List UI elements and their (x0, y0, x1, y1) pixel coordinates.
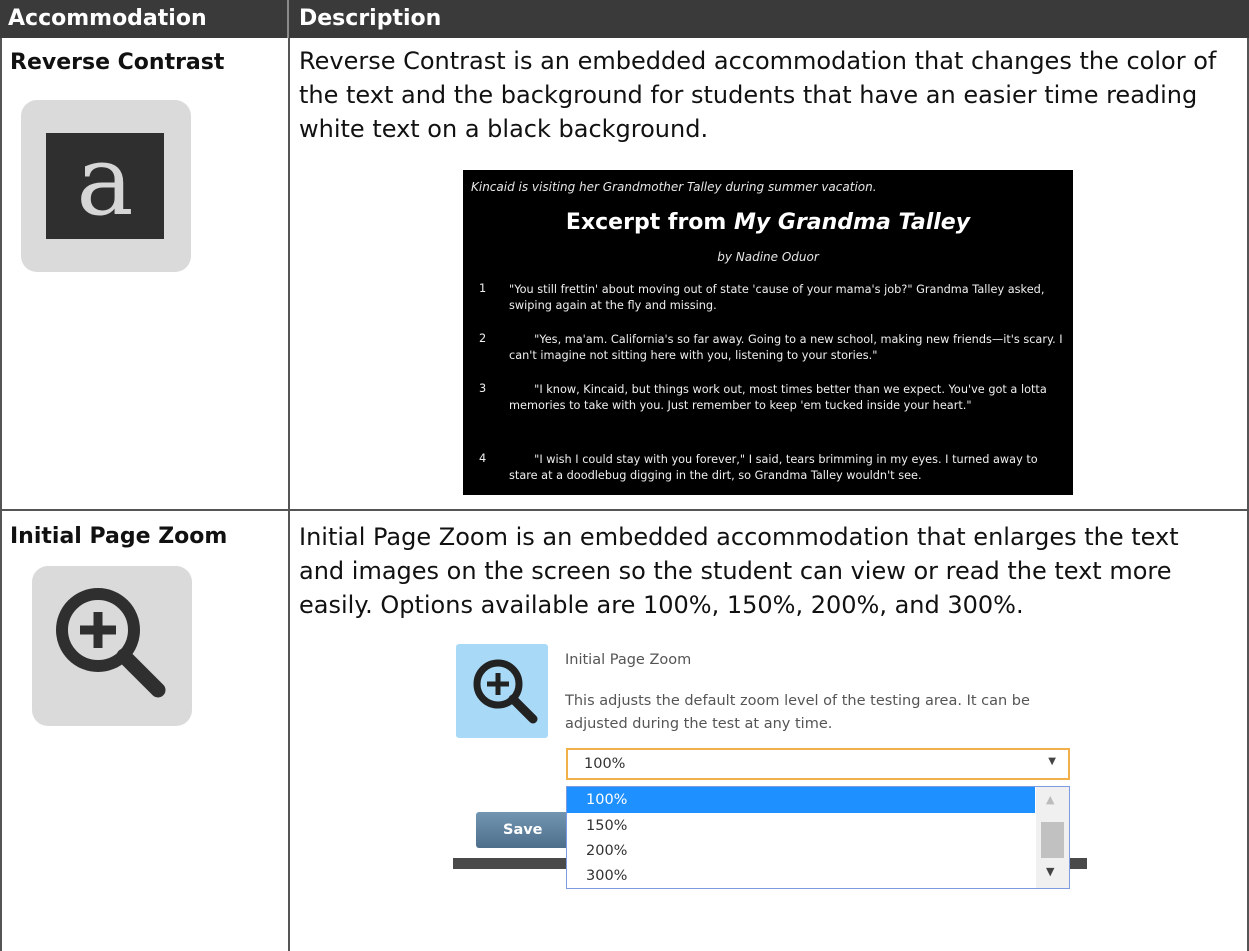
zoom-in-magnifier-icon (56, 588, 166, 698)
sample-intro-text: Kincaid is visiting her Grandmother Tall… (471, 180, 877, 194)
zoom-level-selected-value: 100% (584, 756, 626, 772)
sample-title-book: My Grandma Talley (734, 210, 971, 235)
dropdown-arrow-icon: ▼ (1048, 756, 1056, 767)
paragraph-number: 2 (479, 332, 487, 345)
initial-page-zoom-description: Initial Page Zoom is an embedded accommo… (299, 523, 1179, 619)
sample-title: Excerpt from My Grandma Talley (463, 210, 1073, 235)
column-header-accommodation: Accommodation (0, 0, 289, 38)
paragraph-text: "I know, Kincaid, but things work out, m… (509, 383, 1047, 412)
sample-author: by Nadine Oduor (717, 250, 819, 264)
zoom-option-100[interactable]: 100% (567, 787, 1035, 813)
row-label-initial-page-zoom: Initial Page Zoom (10, 524, 228, 549)
row-label-reverse-contrast: Reverse Contrast (10, 50, 225, 75)
scroll-down-arrow-icon[interactable]: ▼ (1046, 865, 1054, 878)
column-divider (288, 38, 290, 951)
scroll-up-arrow-icon[interactable]: ▲ (1046, 793, 1054, 806)
zoom-option-150[interactable]: 150% (567, 813, 1035, 839)
zoom-setting-description: This adjusts the default zoom level of t… (565, 693, 1030, 732)
paragraph-number: 4 (479, 452, 487, 465)
zoom-setting-icon-box (456, 644, 548, 738)
paragraph-number: 3 (479, 382, 487, 395)
column-header-description: Description (289, 0, 1249, 38)
reverse-contrast-sample-image: Kincaid is visiting her Grandmother Tall… (463, 170, 1073, 495)
paragraph-text: "I wish I could stay with you forever," … (509, 453, 1038, 482)
reverse-contrast-tile: a (21, 100, 191, 272)
initial-page-zoom-tile (32, 566, 192, 726)
zoom-level-select[interactable]: 100% ▼ (566, 748, 1070, 780)
initial-page-zoom-sample-image: Initial Page Zoom This adjusts the defau… (453, 640, 1089, 902)
zoom-option-300[interactable]: 300% (567, 863, 1035, 889)
zoom-setting-heading: Initial Page Zoom (565, 652, 692, 668)
paragraph-number: 1 (479, 282, 487, 295)
row-divider (0, 509, 1249, 511)
zoom-option-200[interactable]: 200% (567, 838, 1035, 864)
scrollbar-thumb[interactable] (1041, 822, 1064, 858)
paragraph-text: "Yes, ma'am. California's so far away. G… (509, 333, 1063, 362)
paragraph-text: "You still frettin' about moving out of … (509, 283, 1045, 312)
table-border-left (0, 38, 2, 951)
sample-title-prefix: Excerpt from (565, 210, 734, 235)
save-button[interactable]: Save (476, 812, 572, 848)
options-scrollbar[interactable]: ▲ ▼ (1036, 787, 1069, 888)
reverse-contrast-letter: a (76, 125, 134, 237)
reverse-contrast-a-icon: a (46, 133, 164, 239)
reverse-contrast-description: Reverse Contrast is an embedded accommod… (299, 47, 1217, 143)
zoom-in-icon (473, 659, 538, 724)
accommodations-table: Accommodation Description Reverse Contra… (0, 0, 1249, 951)
zoom-level-options-list[interactable]: 100% 150% 200% 300% ▲ ▼ (566, 786, 1070, 889)
